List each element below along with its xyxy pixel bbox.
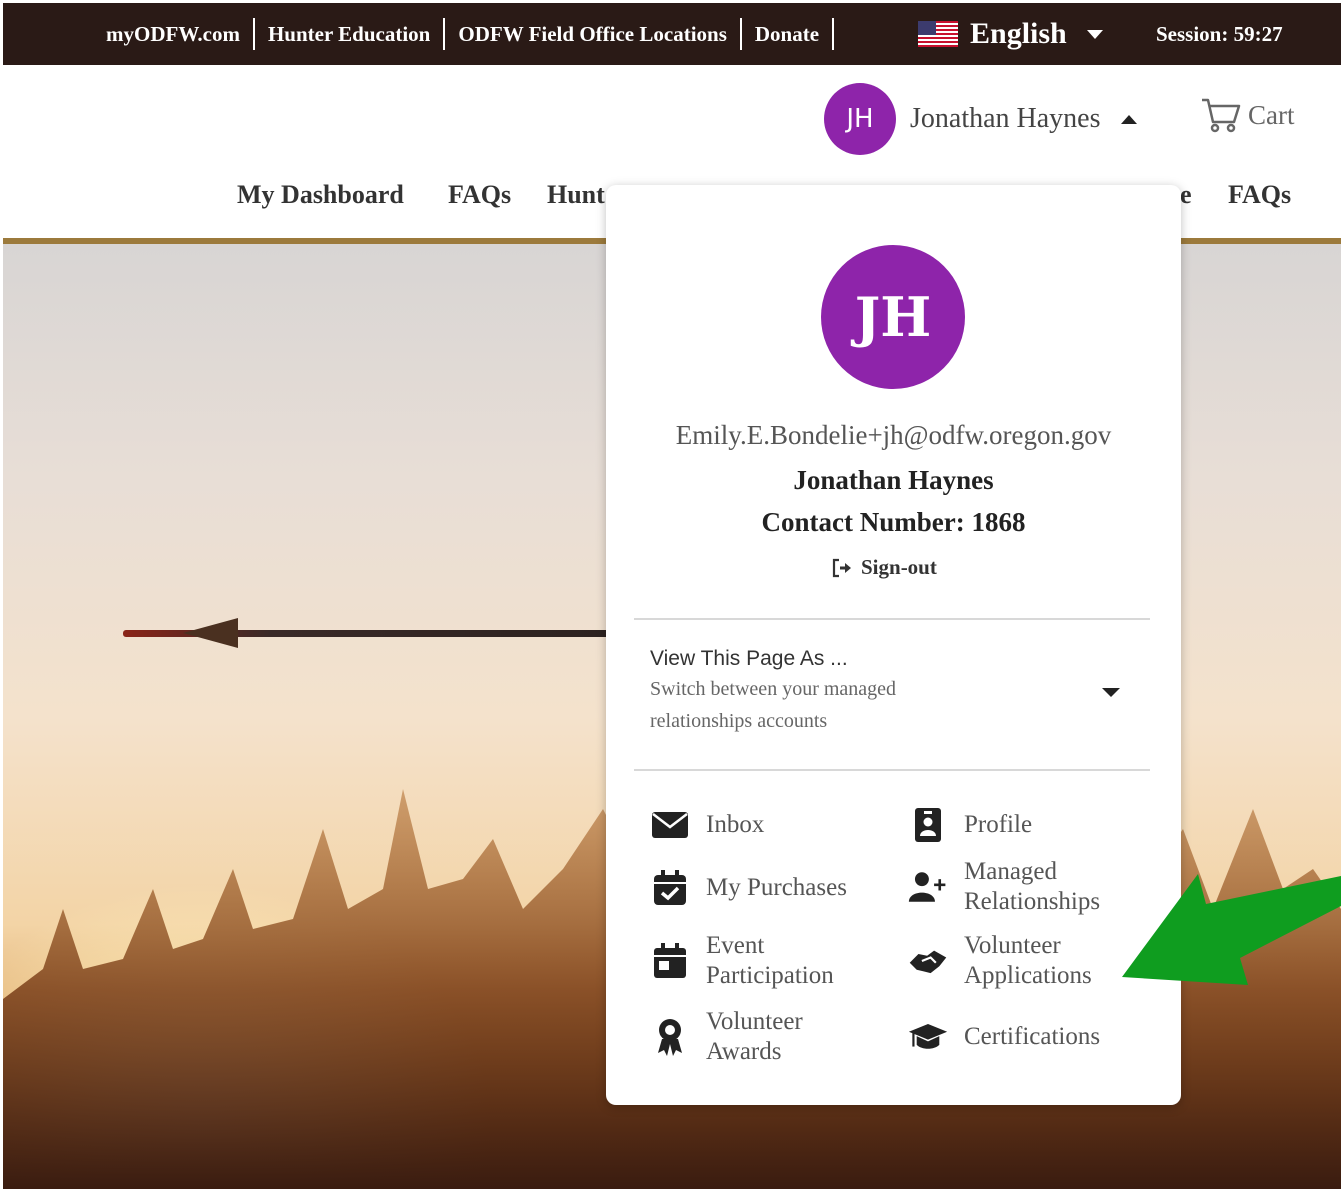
menu-volunteer-applications-label: Volunteer Applications: [964, 932, 1092, 989]
menu-certifications-label: Certifications: [964, 1023, 1101, 1050]
menu-managed-relationships-label: Managed Relationships: [964, 858, 1101, 915]
top-links: myODFW.com Hunter Education ODFW Field O…: [93, 3, 835, 65]
divider: [634, 769, 1150, 771]
link-donate[interactable]: Donate: [742, 22, 832, 47]
divider: [832, 18, 835, 50]
view-page-as-selector[interactable]: View This Page As ... Switch between you…: [650, 647, 1130, 737]
menu-volunteer-applications[interactable]: Volunteer Applications: [908, 931, 1124, 991]
handshake-icon: [908, 941, 948, 981]
sign-out-button[interactable]: Sign-out: [831, 555, 937, 580]
menu-inbox-label: Inbox: [706, 811, 765, 838]
nav-faqs-2[interactable]: FAQs: [1228, 180, 1291, 210]
view-as-subtitle: Switch between your managed relationship…: [650, 678, 897, 732]
session-timer: Session: 59:27: [1156, 21, 1283, 46]
user-menu-toggle[interactable]: JH Jonathan Haynes: [824, 83, 1137, 155]
menu-my-purchases[interactable]: My Purchases: [650, 868, 847, 908]
menu-profile[interactable]: Profile: [908, 805, 1032, 845]
user-plus-icon: [908, 867, 948, 907]
user-name: Jonathan Haynes: [910, 103, 1101, 134]
menu-volunteer-awards-label: Volunteer Awards: [706, 1008, 803, 1065]
us-flag-icon: [918, 21, 958, 47]
caret-down-icon: [1086, 29, 1103, 39]
menu-event-participation-label: Event Participation: [706, 932, 834, 989]
calendar-check-icon: [650, 868, 690, 908]
link-hunter-education[interactable]: Hunter Education: [255, 22, 443, 47]
caret-up-icon: [1120, 114, 1137, 124]
nav-my-dashboard[interactable]: My Dashboard: [237, 180, 404, 210]
calendar-icon: [650, 941, 690, 981]
nav-faqs[interactable]: FAQs: [448, 180, 511, 210]
envelope-icon: [650, 805, 690, 845]
award-icon: [650, 1017, 690, 1057]
view-as-title: View This Page As ...: [650, 647, 848, 670]
user-dropdown-panel: JH Emily.E.Bondelie+jh@odfw.oregon.gov J…: [606, 185, 1181, 1105]
language-label: English: [970, 17, 1067, 50]
id-badge-icon: [908, 805, 948, 845]
top-utility-bar: myODFW.com Hunter Education ODFW Field O…: [3, 3, 1341, 65]
menu-certifications[interactable]: Certifications: [908, 1017, 1100, 1057]
avatar-large: JH: [821, 245, 965, 389]
menu-managed-relationships[interactable]: Managed Relationships: [908, 857, 1124, 917]
menu-inbox[interactable]: Inbox: [650, 805, 764, 845]
nav-hunt[interactable]: Hunt: [547, 180, 605, 210]
menu-volunteer-awards[interactable]: Volunteer Awards: [650, 1007, 856, 1067]
language-selector[interactable]: English: [918, 3, 1103, 65]
arrow-head: [183, 618, 238, 648]
cart-label: Cart: [1248, 99, 1295, 130]
menu-profile-label: Profile: [964, 811, 1033, 838]
green-arrow-icon: [1122, 874, 1341, 985]
cart-icon: [1202, 98, 1241, 133]
link-field-office-locations[interactable]: ODFW Field Office Locations: [445, 22, 740, 47]
sign-out-icon: [832, 558, 851, 577]
caret-down-icon[interactable]: [1102, 688, 1120, 697]
cart-button[interactable]: Cart: [1200, 96, 1295, 134]
menu-my-purchases-label: My Purchases: [706, 874, 847, 901]
sign-out-label: Sign-out: [861, 555, 937, 579]
avatar: JH: [824, 83, 896, 155]
divider: [634, 618, 1150, 620]
user-full-name: Jonathan Haynes: [793, 465, 994, 495]
user-email: Emily.E.Bondelie+jh@odfw.oregon.gov: [675, 420, 1112, 450]
link-myodfw[interactable]: myODFW.com: [93, 22, 253, 47]
contact-number: Contact Number: 1868: [761, 507, 1026, 537]
nav-partial-item[interactable]: e: [1180, 180, 1192, 210]
graduation-cap-icon: [908, 1017, 948, 1057]
menu-event-participation[interactable]: Event Participation: [650, 931, 866, 991]
